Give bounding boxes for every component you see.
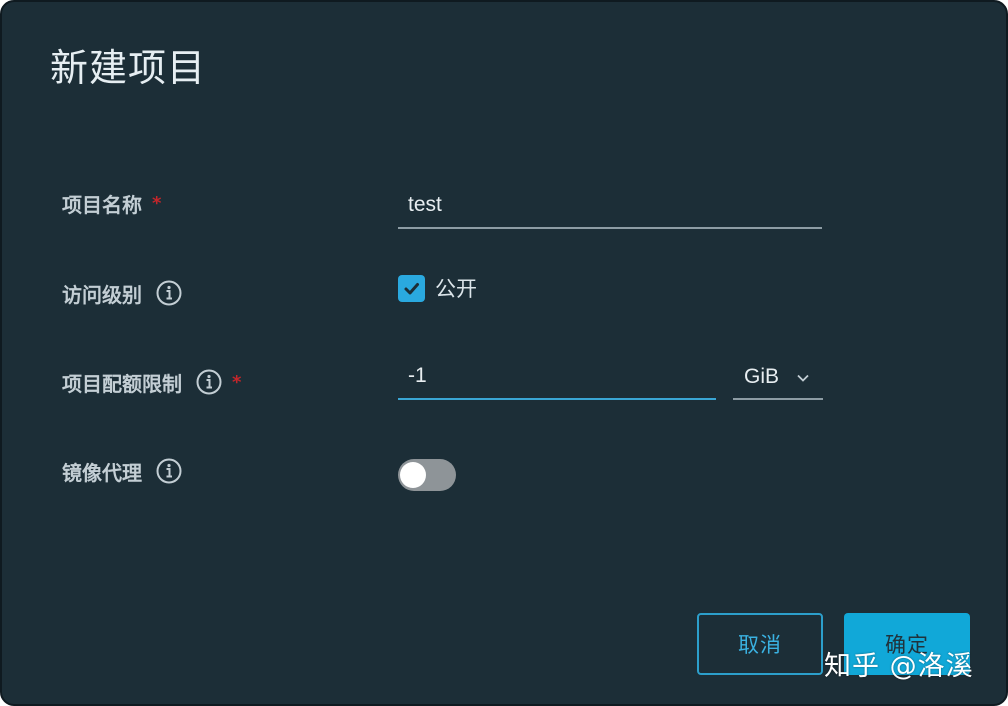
checkmark-icon: [404, 283, 419, 295]
dialog-title: 新建项目: [50, 46, 207, 90]
toggle-knob: [400, 462, 426, 488]
project-name-label-text: 项目名称: [62, 192, 142, 217]
quota-input[interactable]: -1: [398, 360, 716, 400]
chevron-down-icon: [797, 374, 809, 382]
cancel-button[interactable]: 取消: [697, 613, 823, 675]
required-mark: *: [232, 371, 242, 393]
quota-label-text: 项目配额限制: [62, 371, 182, 396]
project-name-input[interactable]: test: [398, 189, 822, 229]
new-project-dialog: 新建项目 项目名称 * test 访问级别 公开 项目配额限制 * -1 GiB…: [0, 0, 1008, 706]
quota-unit-select[interactable]: GiB: [733, 360, 823, 400]
info-icon[interactable]: [196, 369, 222, 395]
public-checkbox-label[interactable]: 公开: [435, 273, 477, 303]
info-icon[interactable]: [156, 458, 182, 484]
proxy-cache-toggle[interactable]: [398, 459, 456, 491]
project-name-label: 项目名称 *: [62, 188, 161, 218]
proxy-cache-label-text: 镜像代理: [62, 460, 142, 485]
public-checkbox[interactable]: [398, 275, 425, 302]
project-name-value: test: [408, 193, 442, 216]
access-level-label: 访问级别: [62, 278, 182, 308]
quota-value: -1: [408, 364, 427, 387]
info-icon[interactable]: [156, 280, 182, 306]
quota-unit-value: GiB: [744, 365, 780, 388]
quota-label: 项目配额限制 *: [62, 367, 241, 397]
watermark: 知乎 @洛溪: [824, 651, 974, 682]
proxy-cache-label: 镜像代理: [62, 456, 182, 486]
access-level-label-text: 访问级别: [62, 282, 142, 307]
required-mark: *: [152, 192, 162, 214]
